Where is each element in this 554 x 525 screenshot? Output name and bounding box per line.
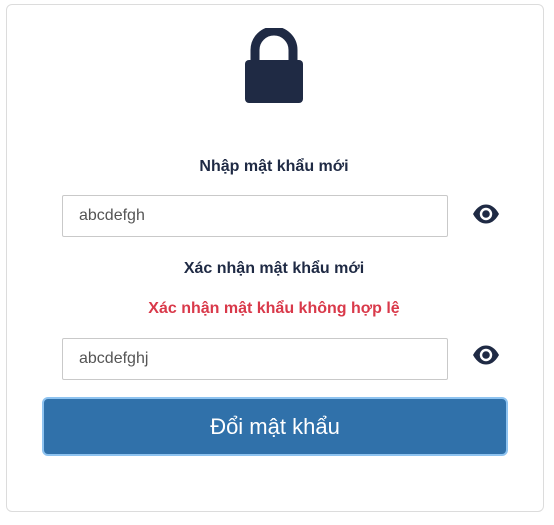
confirm-error-message: Xác nhận mật khẩu không hợp lệ (148, 300, 400, 317)
confirm-password-label: Xác nhận mật khẩu mới (183, 260, 365, 277)
new-password-label: Nhập mật khẩu mới (199, 158, 349, 175)
eye-icon[interactable] (472, 345, 500, 365)
change-password-button[interactable]: Đổi mật khẩu (42, 397, 508, 456)
lock-icon (243, 26, 305, 104)
eye-icon[interactable] (472, 204, 500, 224)
confirm-password-input[interactable] (62, 338, 448, 380)
new-password-input[interactable] (62, 195, 448, 237)
